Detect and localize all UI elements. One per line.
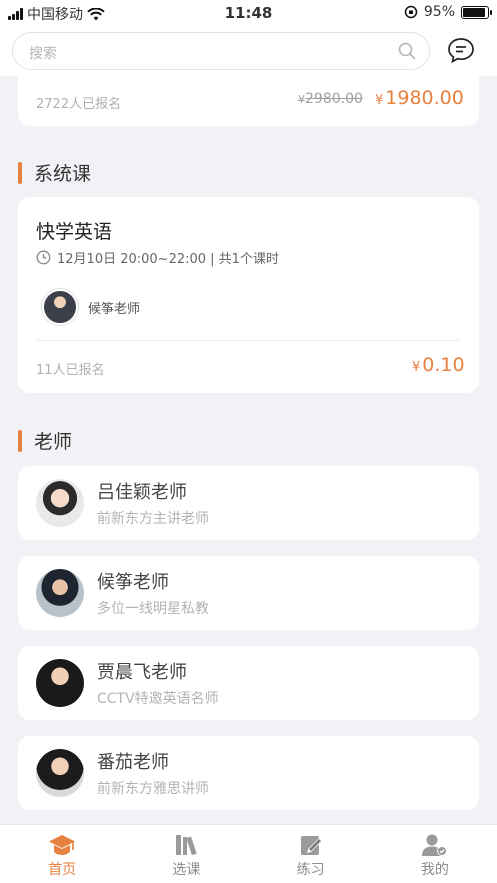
section-title: 系统课 (34, 163, 92, 185)
tab-label: 选课 (172, 862, 201, 878)
divider (36, 340, 461, 341)
tab-home[interactable]: 首页 (0, 825, 124, 883)
course-price: ¥1980.00 (375, 87, 464, 109)
teacher-description: CCTV特邀英语名师 (97, 691, 219, 707)
course-time-text: 12月10日 20:00~22:00 | 共1个课时 (57, 252, 279, 267)
course-title: 快学英语 (36, 221, 113, 243)
section-title: 老师 (34, 431, 73, 453)
tab-label: 练习 (296, 862, 325, 878)
teacher-name: 候筝老师 (97, 572, 169, 593)
search-placeholder: 搜索 (29, 46, 57, 62)
message-icon[interactable] (447, 36, 475, 64)
avatar (36, 659, 84, 707)
orientation-lock-icon (404, 5, 418, 19)
enrolled-count: 2722人已报名 (36, 97, 122, 112)
battery-percent: 95% (423, 4, 455, 20)
teacher-name: 贾晨飞老师 (97, 662, 187, 683)
graduation-cap-icon (49, 835, 76, 855)
tab-courses[interactable]: 选课 (124, 825, 248, 883)
teacher-name: 吕佳颖老师 (97, 482, 187, 503)
course-schedule: 12月10日 20:00~22:00 | 共1个课时 (36, 248, 279, 267)
user-icon (421, 834, 447, 856)
status-right: 95% (404, 4, 492, 20)
course-price: ¥0.10 (412, 354, 465, 376)
enrolled-count: 11人已报名 (36, 363, 105, 378)
books-icon (176, 835, 198, 856)
course-card-partial[interactable]: 2722人已报名 ¥2980.00 ¥1980.00 (18, 74, 479, 126)
course-card[interactable]: 快学英语 12月10日 20:00~22:00 | 共1个课时 候筝老师 11人… (18, 197, 479, 393)
section-header-teachers: 老师 (18, 427, 72, 454)
course-teacher[interactable]: 候筝老师 (42, 289, 140, 325)
tab-label: 首页 (48, 862, 77, 878)
status-bar: 中国移动 11:48 95% (0, 0, 497, 26)
teacher-card[interactable]: 吕佳颖老师 前新东方主讲老师 (18, 466, 479, 540)
section-accent-bar (18, 429, 22, 452)
teacher-card[interactable]: 番茄老师 前新东方雅思讲师 (18, 736, 479, 810)
avatar (42, 289, 78, 325)
edit-icon (300, 836, 322, 855)
tab-bar: 首页 选课 练习 我的 (0, 824, 497, 883)
tab-label: 我的 (420, 862, 449, 878)
avatar (36, 749, 84, 797)
section-header-system: 系统课 (18, 159, 91, 186)
original-price: ¥2980.00 (298, 91, 363, 107)
search-row: 搜索 (0, 26, 497, 76)
teacher-description: 前新东方雅思讲师 (97, 781, 209, 797)
teacher-description: 前新东方主讲老师 (97, 511, 209, 527)
teacher-description: 多位一线明星私教 (97, 601, 209, 617)
teacher-name: 候筝老师 (88, 301, 141, 317)
tab-practice[interactable]: 练习 (249, 825, 373, 883)
tab-profile[interactable]: 我的 (373, 825, 497, 883)
clock-icon (36, 250, 51, 265)
avatar (36, 569, 84, 617)
search-input[interactable]: 搜索 (12, 32, 430, 70)
teacher-name: 番茄老师 (97, 752, 169, 773)
avatar (36, 479, 84, 527)
battery-icon (461, 5, 492, 19)
teacher-card[interactable]: 贾晨飞老师 CCTV特邀英语名师 (18, 646, 479, 720)
search-icon (398, 42, 416, 60)
section-accent-bar (18, 161, 22, 184)
teacher-card[interactable]: 候筝老师 多位一线明星私教 (18, 556, 479, 630)
